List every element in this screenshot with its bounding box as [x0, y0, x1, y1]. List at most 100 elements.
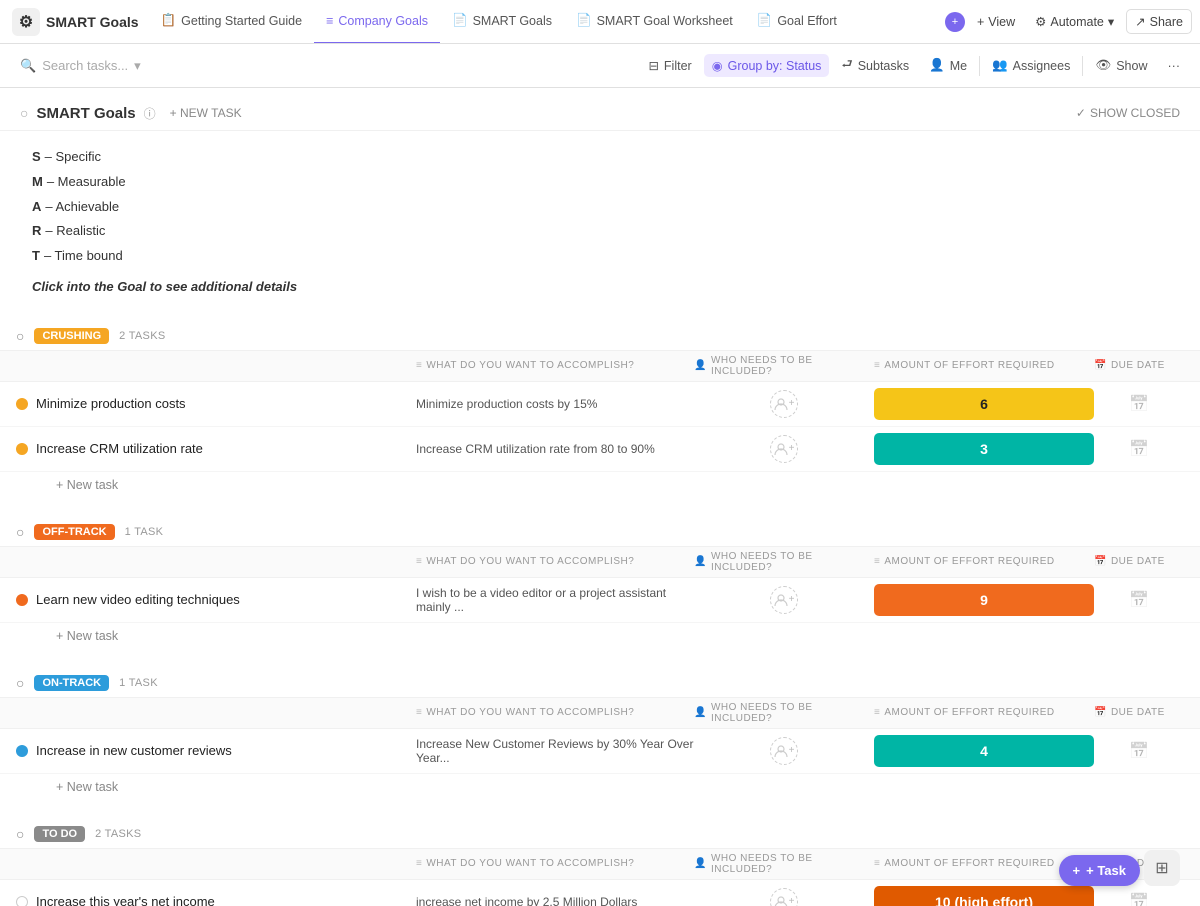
effort-cell-to-do-0: 10 (high effort) [874, 886, 1094, 906]
view-button[interactable]: + View [969, 11, 1023, 33]
who-placeholder-crushing-1[interactable]: + [770, 435, 798, 463]
add-task-fab[interactable]: + + Task [1059, 855, 1140, 886]
col-header-crushing-0: ≡WHAT DO YOU WANT TO ACCOMPLISH? [416, 360, 694, 371]
table-row[interactable]: Increase this year's net incomeincrease … [0, 880, 1200, 906]
app-logo[interactable]: ⚙ SMART Goals [8, 8, 149, 36]
col-header-to-do-1: 👤WHO NEEDS TO BE INCLUDED? [694, 853, 874, 875]
groups-container: ○ CRUSHING 2 TASKS ≡WHAT DO YOU WANT TO ACC… [0, 322, 1200, 906]
task-name-off-track-0[interactable]: Learn new video editing techniques [36, 592, 240, 607]
tab-getting-started-icon: 📋 [161, 13, 177, 28]
share-button[interactable]: ↗ Share [1126, 9, 1192, 34]
smart-item-s: S – Specific [32, 147, 1168, 168]
new-task-button[interactable]: + NEW TASK [164, 104, 248, 122]
task-name-to-do-0[interactable]: Increase this year's net income [36, 894, 215, 906]
task-who-to-do-0[interactable]: + [694, 888, 874, 906]
group-badge-off-track[interactable]: OFF-TRACK [34, 524, 114, 540]
show-closed-button[interactable]: ✓ SHOW CLOSED [1076, 106, 1180, 120]
who-placeholder-off-track-0[interactable]: + [770, 586, 798, 614]
smart-goals-info-icon[interactable]: ⓘ [144, 105, 156, 122]
group-toggle-crushing[interactable]: ○ [16, 328, 24, 344]
who-placeholder-on-track-0[interactable]: + [770, 737, 798, 765]
tab-goal-effort[interactable]: 📄 Goal Effort [745, 0, 849, 44]
calendar-icon-crushing-1[interactable]: 📅 [1129, 439, 1149, 459]
search-icon: 🔍 [20, 58, 36, 74]
group-badge-to-do[interactable]: TO DO [34, 826, 85, 842]
filter-button[interactable]: ⊟ Filter [640, 54, 699, 77]
more-button[interactable]: ··· [1160, 55, 1189, 77]
tab-smart-goal-worksheet-label: SMART Goal Worksheet [597, 14, 733, 28]
tab-company-goals[interactable]: ≡ Company Goals [314, 0, 440, 44]
subtasks-button[interactable]: ⮐ Subtasks [833, 51, 917, 80]
tab-getting-started-label: Getting Started Guide [181, 14, 302, 28]
task-name-cell-crushing-1: Increase CRM utilization rate [16, 441, 416, 456]
tab-smart-goal-worksheet[interactable]: 📄 SMART Goal Worksheet [564, 0, 745, 44]
col-header-on-track-0: ≡WHAT DO YOU WANT TO ACCOMPLISH? [416, 707, 694, 718]
effort-bar-off-track-0[interactable]: 9 [874, 584, 1094, 616]
group-count-off-track: 1 TASK [125, 526, 164, 538]
task-name-crushing-1[interactable]: Increase CRM utilization rate [36, 441, 203, 456]
calendar-icon-crushing-0[interactable]: 📅 [1129, 394, 1149, 414]
calendar-icon-on-track-0[interactable]: 📅 [1129, 741, 1149, 761]
col-header-label-2: AMOUNT OF EFFORT REQUIRED [884, 858, 1054, 869]
task-who-crushing-1[interactable]: + [694, 435, 874, 463]
group-by-button[interactable]: ◉ Group by: Status [704, 54, 830, 77]
due-cell-crushing-0[interactable]: 📅 [1094, 394, 1184, 414]
task-who-on-track-0[interactable]: + [694, 737, 874, 765]
who-placeholder-to-do-0[interactable]: + [770, 888, 798, 906]
table-row[interactable]: Increase CRM utilization rateIncrease CR… [0, 427, 1200, 472]
task-who-off-track-0[interactable]: + [694, 586, 874, 614]
group-toggle-off-track[interactable]: ○ [16, 524, 24, 540]
task-name-cell-off-track-0: Learn new video editing techniques [16, 592, 416, 607]
search-box[interactable]: 🔍 Search tasks... ▾ [12, 54, 149, 78]
task-who-crushing-0[interactable]: + [694, 390, 874, 418]
task-name-on-track-0[interactable]: Increase in new customer reviews [36, 743, 232, 758]
task-dot-on-track-0 [16, 745, 28, 757]
share-icon: ↗ [1135, 14, 1145, 29]
tab-company-goals-label: Company Goals [338, 14, 428, 28]
group-count-crushing: 2 TASKS [119, 330, 165, 342]
logo-icon: ⚙ [12, 8, 40, 36]
group-count-on-track: 1 TASK [119, 677, 158, 689]
calendar-icon-off-track-0[interactable]: 📅 [1129, 590, 1149, 610]
effort-cell-off-track-0: 9 [874, 584, 1094, 616]
automate-button[interactable]: ⚙ Automate ▾ [1027, 10, 1122, 33]
table-row[interactable]: Minimize production costsMinimize produc… [0, 382, 1200, 427]
top-nav: ⚙ SMART Goals 📋 Getting Started Guide ≡ … [0, 0, 1200, 44]
group-badge-on-track[interactable]: ON-TRACK [34, 675, 109, 691]
col-header-crushing-3: 📅DUE DATE [1094, 360, 1184, 371]
col-header-label-1: WHO NEEDS TO BE INCLUDED? [711, 702, 874, 724]
effort-bar-on-track-0[interactable]: 4 [874, 735, 1094, 767]
me-button[interactable]: 👤 Me [921, 54, 975, 77]
task-accomplish-on-track-0: Increase New Customer Reviews by 30% Yea… [416, 737, 694, 765]
calendar-icon-to-do-0[interactable]: 📅 [1129, 892, 1149, 906]
group-badge-crushing[interactable]: CRUSHING [34, 328, 109, 344]
search-placeholder: Search tasks... [42, 58, 128, 73]
new-task-row-off-track[interactable]: + New task [0, 623, 1200, 649]
task-name-crushing-0[interactable]: Minimize production costs [36, 396, 186, 411]
due-cell-off-track-0[interactable]: 📅 [1094, 590, 1184, 610]
due-cell-to-do-0[interactable]: 📅 [1094, 892, 1184, 906]
grid-view-button[interactable]: ⊞ [1144, 850, 1180, 886]
new-task-row-crushing[interactable]: + New task [0, 472, 1200, 498]
due-cell-on-track-0[interactable]: 📅 [1094, 741, 1184, 761]
col-header-icon-2: ≡ [874, 707, 880, 718]
effort-bar-crushing-1[interactable]: 3 [874, 433, 1094, 465]
group-toggle-on-track[interactable]: ○ [16, 675, 24, 691]
assignees-button[interactable]: 👥 Assignees [984, 54, 1078, 77]
show-button[interactable]: 👁 Show [1087, 54, 1155, 77]
col-header-icon-0: ≡ [416, 707, 422, 718]
table-row[interactable]: Increase in new customer reviews Increase… [0, 729, 1200, 774]
new-task-row-on-track[interactable]: + New task [0, 774, 1200, 800]
table-row[interactable]: Learn new video editing techniquesI wish… [0, 578, 1200, 623]
tab-getting-started[interactable]: 📋 Getting Started Guide [149, 0, 314, 44]
tab-smart-goals[interactable]: 📄 SMART Goals [440, 0, 564, 44]
tab-smart-goals-icon: 📄 [452, 13, 468, 28]
smart-goals-toggle[interactable]: ○ [20, 105, 28, 121]
who-placeholder-crushing-0[interactable]: + [770, 390, 798, 418]
group-toggle-to-do[interactable]: ○ [16, 826, 24, 842]
effort-bar-crushing-0[interactable]: 6 [874, 388, 1094, 420]
effort-bar-to-do-0[interactable]: 10 (high effort) [874, 886, 1094, 906]
due-cell-crushing-1[interactable]: 📅 [1094, 439, 1184, 459]
col-header-label-1: WHO NEEDS TO BE INCLUDED? [711, 355, 874, 377]
col-header-icon-3: 📅 [1094, 360, 1107, 371]
